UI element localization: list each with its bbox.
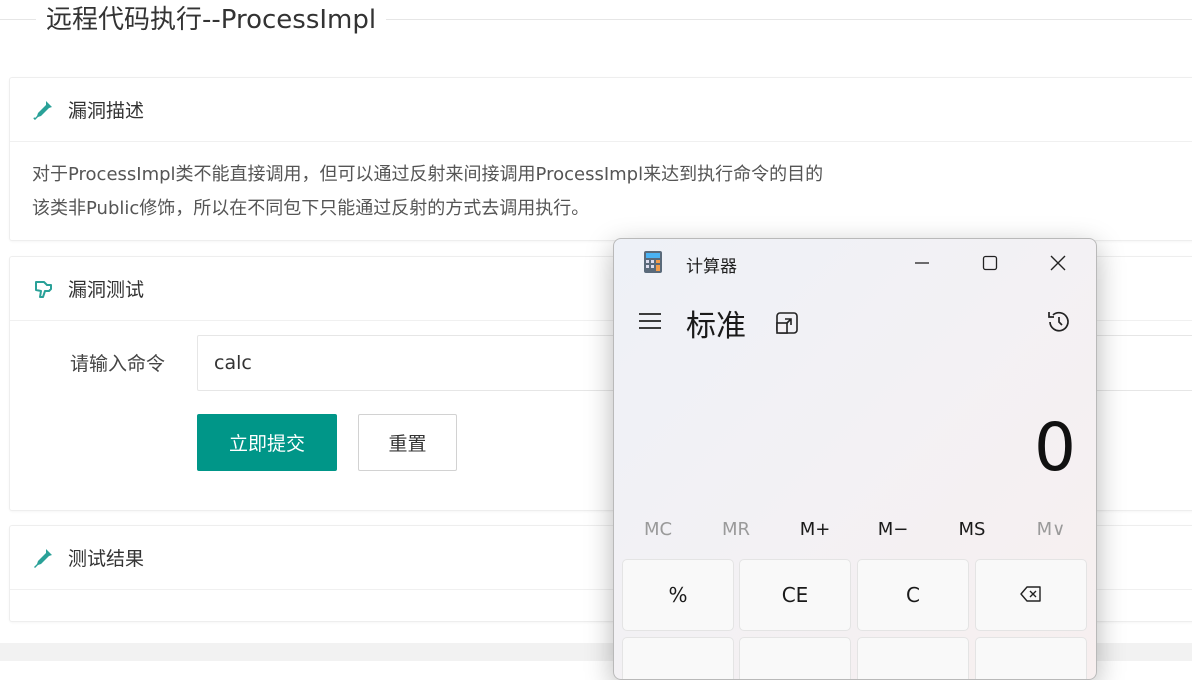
history-icon[interactable] [1046,309,1072,335]
keep-on-top-icon[interactable] [775,311,799,335]
calculator-display: 0 [1034,409,1076,486]
hamburger-menu-icon[interactable] [638,311,662,331]
description-title: 漏洞描述 [68,100,145,122]
result-title: 测试结果 [68,548,145,570]
backspace-icon [1020,583,1042,607]
description-card: 漏洞描述 对于ProcessImpl类不能直接调用，但可以通过反射来间接调用Pr… [9,77,1192,241]
submit-button[interactable]: 立即提交 [197,414,337,471]
reset-button[interactable]: 重置 [358,414,457,471]
description-line-1: 对于ProcessImpl类不能直接调用，但可以通过反射来间接调用Process… [32,164,824,185]
memory-store-button[interactable]: MS [933,519,1011,540]
calculator-key[interactable] [975,637,1087,679]
description-header: 漏洞描述 [10,78,1192,142]
minimize-button[interactable] [902,249,942,277]
calculator-key[interactable] [739,637,851,679]
page-title: 远程代码执行--ProcessImpl [36,2,387,38]
clear-entry-key[interactable]: CE [739,559,851,631]
percent-key[interactable]: % [622,559,734,631]
calculator-title: 计算器 [686,257,737,277]
calculator-app-icon [644,251,662,273]
memory-list-button[interactable]: M∨ [1012,519,1090,540]
memory-add-button[interactable]: M+ [776,519,854,540]
calculator-titlebar[interactable]: 计算器 [614,239,1096,287]
pipette-icon [32,547,54,569]
calculator-key[interactable] [622,637,734,679]
hand-pointer-icon [32,278,54,300]
pipette-icon [32,99,54,121]
close-button[interactable] [1038,249,1078,277]
description-line-2: 该类非Public修饰，所以在不同包下只能通过反射的方式去调用执行。 [32,198,590,219]
memory-clear-button[interactable]: MC [619,519,697,540]
backspace-key[interactable] [975,559,1087,631]
calculator-key[interactable] [857,637,969,679]
description-body: 对于ProcessImpl类不能直接调用，但可以通过反射来间接调用Process… [10,142,1192,242]
memory-subtract-button[interactable]: M− [854,519,932,540]
test-title: 漏洞测试 [68,279,145,301]
calculator-mode-title: 标准 [686,309,746,344]
memory-recall-button[interactable]: MR [697,519,775,540]
maximize-button[interactable] [970,249,1010,277]
calculator-window[interactable]: 计算器 标准 0 MC MR M+ M− MS M∨ % CE C [613,238,1097,680]
clear-key[interactable]: C [857,559,969,631]
command-label: 请输入命令 [70,353,166,375]
